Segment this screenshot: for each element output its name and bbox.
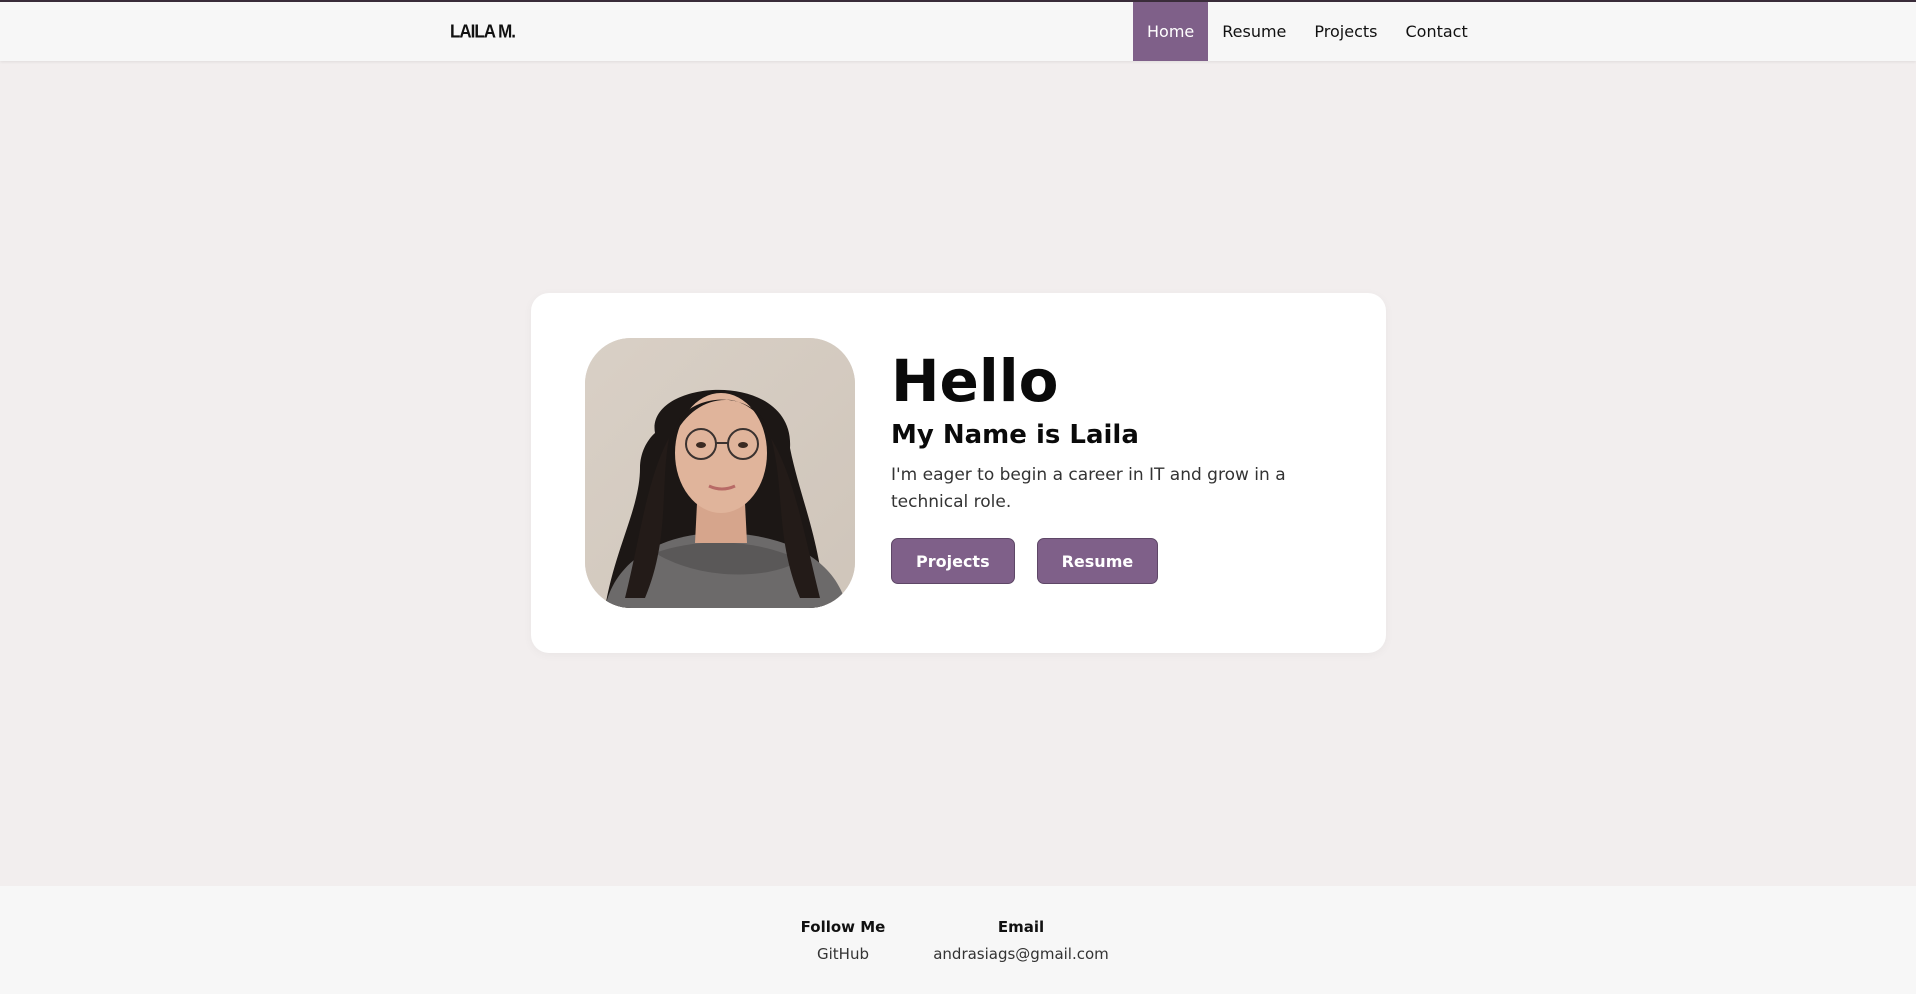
nav-links: Home Resume Projects Contact bbox=[1133, 2, 1482, 61]
cta-buttons: Projects Resume bbox=[891, 538, 1361, 584]
navbar: LAILA M. Home Resume Projects Contact bbox=[0, 2, 1916, 61]
name-heading: My Name is Laila bbox=[891, 420, 1139, 450]
follow-title: Follow Me bbox=[800, 918, 886, 936]
nav-link-resume[interactable]: Resume bbox=[1208, 2, 1300, 61]
intro-description: I'm eager to begin a career in IT and gr… bbox=[891, 465, 1286, 512]
email-title: Email bbox=[997, 918, 1045, 936]
profile-photo bbox=[585, 338, 855, 608]
brand-logo[interactable]: LAILA M. bbox=[450, 21, 516, 43]
greeting-heading: Hello bbox=[891, 347, 1059, 415]
resume-button[interactable]: Resume bbox=[1036, 538, 1159, 584]
nav-link-contact[interactable]: Contact bbox=[1391, 2, 1481, 61]
github-link[interactable]: GitHub bbox=[801, 943, 886, 965]
email-link[interactable]: andrasiags@gmail.com bbox=[933, 943, 1109, 965]
projects-button[interactable]: Projects bbox=[891, 538, 1015, 584]
intro-card: Hello My Name is Laila I'm eager to begi… bbox=[531, 293, 1386, 653]
nav-link-home[interactable]: Home bbox=[1133, 2, 1209, 61]
profile-photo-illustration bbox=[585, 338, 855, 608]
nav-link-projects[interactable]: Projects bbox=[1300, 2, 1391, 61]
footer: Follow Me GitHub Email andrasiags@gmail.… bbox=[0, 886, 1916, 994]
page: LAILA M. Home Resume Projects Contact He… bbox=[0, 0, 1916, 994]
footer-follow: Follow Me GitHub bbox=[801, 916, 886, 965]
footer-email: Email andrasiags@gmail.com bbox=[933, 916, 1109, 965]
intro-content: Hello My Name is Laila I'm eager to begi… bbox=[891, 348, 1361, 584]
